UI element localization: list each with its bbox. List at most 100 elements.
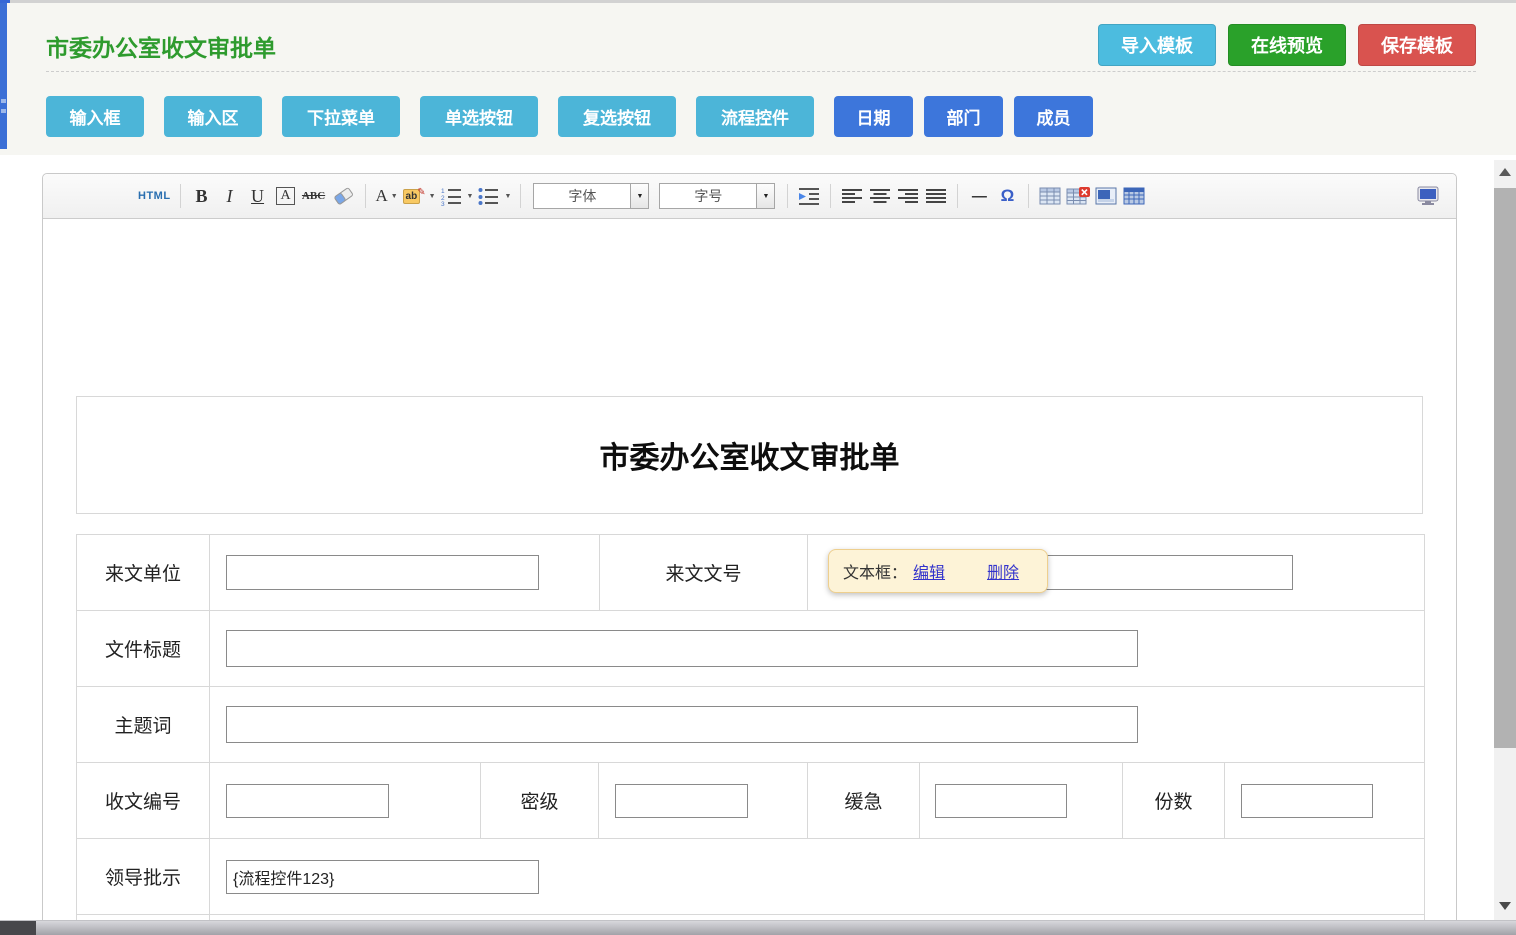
horizontal-rule-icon[interactable]: — xyxy=(967,182,991,210)
field-edit-tooltip: 文本框： 编辑 删除 xyxy=(828,549,1048,593)
delete-table-icon[interactable] xyxy=(1066,182,1090,210)
align-center-icon[interactable] xyxy=(868,182,892,210)
header: 市委办公室收文审批单 导入模板 在线预览 保存模板 输入框 输入区 下拉菜单 单… xyxy=(0,3,1516,155)
label-document-number: 来文文号 xyxy=(599,535,807,610)
chevron-down-icon[interactable]: ▼ xyxy=(756,184,774,208)
label-leader-instructions: 领导批示 xyxy=(77,839,209,914)
cell-document-title xyxy=(209,611,1424,686)
table-row: 主题词 xyxy=(77,686,1424,762)
copies-input[interactable] xyxy=(1241,784,1373,818)
unordered-list-icon[interactable]: ▼ xyxy=(477,182,511,210)
table-row: 领导批示 xyxy=(77,838,1424,914)
scroll-down-arrow-icon[interactable] xyxy=(1499,902,1511,910)
widget-textarea-button[interactable]: 输入区 xyxy=(164,96,262,137)
toolbar-separator xyxy=(957,184,958,208)
page: 市委办公室收文审批单 导入模板 在线预览 保存模板 输入框 输入区 下拉菜单 单… xyxy=(0,0,1516,935)
table-row: 文件标题 xyxy=(77,610,1424,686)
widget-radio-button[interactable]: 单选按钮 xyxy=(420,96,538,137)
table-row: 收文编号 密级 缓急 份数 xyxy=(77,762,1424,838)
strikethrough-icon[interactable]: ABC xyxy=(302,182,326,210)
urgency-input[interactable] xyxy=(935,784,1067,818)
form-table: 来文单位 来文文号 文件标题 主题词 xyxy=(76,534,1425,935)
widget-toolbar: 输入框 输入区 下拉菜单 单选按钮 复选按钮 流程控件 日期 部门 成员 xyxy=(46,96,1104,137)
font-color-icon[interactable]: A▼ xyxy=(375,182,399,210)
leader-instructions-input[interactable] xyxy=(226,860,539,894)
toolbar-separator xyxy=(180,184,181,208)
eraser-icon[interactable] xyxy=(330,182,356,210)
widget-input-box-button[interactable]: 输入框 xyxy=(46,96,144,137)
save-template-button[interactable]: 保存模板 xyxy=(1358,24,1476,66)
table-header-cell-icon[interactable] xyxy=(1094,182,1118,210)
bold-icon[interactable]: B xyxy=(190,182,214,210)
widget-member-button[interactable]: 成员 xyxy=(1014,96,1093,137)
window-top-edge xyxy=(0,0,1516,3)
insert-table-icon[interactable] xyxy=(1038,182,1062,210)
ordered-list-icon[interactable]: 123 ▼ xyxy=(440,182,474,210)
page-title: 市委办公室收文审批单 xyxy=(46,29,276,63)
online-preview-button[interactable]: 在线预览 xyxy=(1228,24,1346,66)
rich-text-editor: HTML B I U A ABC A▼ ab✎▼ 123 ▼ ▼ 字体 xyxy=(42,173,1457,935)
header-actions: 导入模板 在线预览 保存模板 xyxy=(1098,24,1476,66)
vertical-scrollbar[interactable] xyxy=(1494,160,1516,920)
cell-urgency xyxy=(919,763,1122,838)
label-urgency: 缓急 xyxy=(807,763,919,838)
cell-leader-instructions xyxy=(209,839,1424,914)
cell-source-unit xyxy=(209,535,599,610)
scrollbar-thumb[interactable] xyxy=(1494,188,1516,748)
label-source-unit: 来文单位 xyxy=(77,535,209,610)
align-justify-icon[interactable] xyxy=(924,182,948,210)
toolbar-separator xyxy=(365,184,366,208)
subject-words-input[interactable] xyxy=(226,706,1138,743)
font-family-select[interactable]: 字体 ▼ xyxy=(533,183,649,209)
toolbar-separator xyxy=(787,184,788,208)
delete-field-link[interactable]: 删除 xyxy=(987,559,1019,583)
table-row: 来文单位 来文文号 xyxy=(77,535,1424,610)
left-sidebar-strip[interactable] xyxy=(0,3,7,149)
italic-icon[interactable]: I xyxy=(218,182,242,210)
secrecy-level-input[interactable] xyxy=(615,784,748,818)
toolbar-separator xyxy=(520,184,521,208)
align-right-icon[interactable] xyxy=(896,182,920,210)
widget-dropdown-button[interactable]: 下拉菜单 xyxy=(282,96,400,137)
dashed-divider xyxy=(46,71,1476,72)
highlight-color-icon[interactable]: ab✎▼ xyxy=(403,182,436,210)
underline-icon[interactable]: U xyxy=(246,182,270,210)
edit-field-link[interactable]: 编辑 xyxy=(913,559,945,583)
editor-toolbar: HTML B I U A ABC A▼ ab✎▼ 123 ▼ ▼ 字体 xyxy=(43,174,1456,219)
svg-text:1: 1 xyxy=(441,188,445,195)
cell-subject-words xyxy=(209,687,1424,762)
font-size-select[interactable]: 字号 ▼ xyxy=(659,183,775,209)
form-title: 市委办公室收文审批单 xyxy=(600,433,900,477)
widget-flow-control-button[interactable]: 流程控件 xyxy=(696,96,814,137)
fullscreen-preview-icon[interactable] xyxy=(1416,182,1440,210)
editor-canvas[interactable]: 市委办公室收文审批单 来文单位 来文文号 文件标题 xyxy=(43,219,1456,935)
char-border-icon[interactable]: A xyxy=(274,182,298,210)
cell-receipt-number xyxy=(209,763,480,838)
window-bottom-corner xyxy=(0,921,36,935)
scroll-up-arrow-icon[interactable] xyxy=(1499,168,1511,176)
widget-date-button[interactable]: 日期 xyxy=(834,96,913,137)
toolbar-separator xyxy=(1028,184,1029,208)
label-copies: 份数 xyxy=(1122,763,1224,838)
widget-department-button[interactable]: 部门 xyxy=(924,96,1003,137)
svg-text:3: 3 xyxy=(441,201,445,206)
source-unit-input[interactable] xyxy=(226,555,539,590)
cell-copies xyxy=(1224,763,1424,838)
receipt-number-input[interactable] xyxy=(226,784,389,818)
widget-checkbox-button[interactable]: 复选按钮 xyxy=(558,96,676,137)
special-char-icon[interactable]: Ω xyxy=(995,182,1019,210)
align-left-icon[interactable] xyxy=(840,182,864,210)
full-table-icon[interactable] xyxy=(1122,182,1146,210)
cell-secrecy-level xyxy=(598,763,807,838)
label-document-title: 文件标题 xyxy=(77,611,209,686)
window-bottom-edge xyxy=(0,920,1516,935)
label-receipt-number: 收文编号 xyxy=(77,763,209,838)
indent-icon[interactable] xyxy=(797,182,821,210)
import-template-button[interactable]: 导入模板 xyxy=(1098,24,1216,66)
document-title-input[interactable] xyxy=(226,630,1138,667)
chevron-down-icon[interactable]: ▼ xyxy=(630,184,648,208)
form-title-box: 市委办公室收文审批单 xyxy=(76,396,1423,514)
html-source-icon[interactable]: HTML xyxy=(138,182,171,210)
tooltip-label: 文本框： xyxy=(843,559,907,583)
label-secrecy-level: 密级 xyxy=(480,763,598,838)
